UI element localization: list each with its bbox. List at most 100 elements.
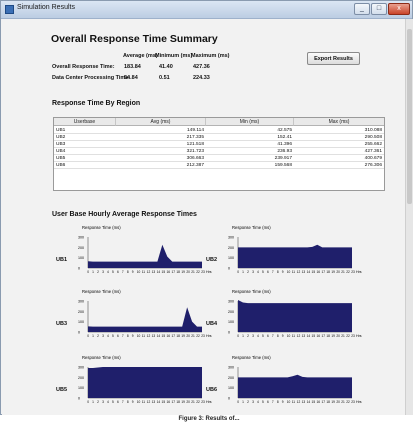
x-tick-label: 8 <box>127 400 129 404</box>
x-unit-label: Hrs <box>356 400 362 404</box>
x-tick-label: 6 <box>267 400 269 404</box>
results-window: Simulation Results _ □ x Overall Respons… <box>0 0 413 415</box>
dc-processing-avg: 54.84 <box>124 75 138 81</box>
series-area <box>88 307 202 332</box>
x-tick-label: 12 <box>297 334 301 338</box>
vertical-scrollbar[interactable] <box>405 19 413 415</box>
minimize-button[interactable]: _ <box>354 3 370 15</box>
x-tick-label: 21 <box>191 270 195 274</box>
scrollbar-thumb[interactable] <box>407 29 412 204</box>
table-row[interactable]: UB1 149.114 42.575 310.088 <box>54 127 384 134</box>
x-tick-label: 3 <box>252 400 254 404</box>
y-tick-label: 0 <box>78 331 80 335</box>
region-title: Response Time By Region <box>52 100 141 107</box>
cell-avg: 217.335 <box>186 135 204 140</box>
cell-avg: 321.723 <box>186 149 204 154</box>
x-tick-label: 1 <box>92 400 94 404</box>
x-tick-label: 12 <box>147 400 151 404</box>
cell-avg: 121.518 <box>186 142 204 147</box>
column-header-min[interactable]: Min (ms) <box>206 118 294 126</box>
hourly-chart-ub1: Response Time (ms)30020010000 1 2 3 4 5 6 7 8 9 10… <box>78 225 212 274</box>
x-tick-label: 13 <box>152 270 156 274</box>
x-tick-label: 0 <box>87 334 89 338</box>
table-row[interactable]: UB3 121.518 41.396 255.662 <box>54 141 384 148</box>
close-button[interactable]: x <box>388 3 410 15</box>
x-tick-label: 7 <box>122 334 124 338</box>
x-tick-label: 14 <box>307 400 311 404</box>
x-tick-label: 5 <box>262 270 264 274</box>
y-tick-label: 200 <box>78 310 84 314</box>
x-tick-label: 8 <box>127 270 129 274</box>
x-tick-label: 12 <box>297 270 301 274</box>
hourly-chart-ub4: Response Time (ms)30020010000 1 2 3 4 5 6 7 8 9 10… <box>228 289 362 338</box>
x-tick-label: 0 <box>237 270 239 274</box>
y-tick-label: 100 <box>228 320 234 324</box>
x-tick-label: 18 <box>326 400 330 404</box>
x-tick-label: 8 <box>277 270 279 274</box>
y-tick-label: 300 <box>228 236 234 240</box>
x-tick-label: 7 <box>272 270 274 274</box>
overall-response-min: 41.40 <box>159 64 173 70</box>
y-tick-label: 0 <box>228 331 230 335</box>
x-tick-label: 6 <box>117 334 119 338</box>
x-tick-label: 17 <box>171 400 175 404</box>
table-row[interactable]: UB4 321.723 236.93 427.361 <box>54 148 384 155</box>
x-tick-label: 23 <box>201 334 205 338</box>
x-unit-label: Hrs <box>206 270 212 274</box>
x-tick-label: 10 <box>287 400 291 404</box>
x-tick-label: 21 <box>341 334 345 338</box>
series-area <box>88 244 202 268</box>
y-tick-label: 0 <box>78 267 80 271</box>
title-bar[interactable]: Simulation Results _ □ x <box>1 1 412 19</box>
cell-min: 159.568 <box>274 163 292 168</box>
chart-label-ub5: UB5 <box>56 387 68 393</box>
column-header-userbase[interactable]: Userbase <box>54 118 116 126</box>
x-tick-label: 22 <box>196 400 200 404</box>
x-tick-label: 11 <box>142 400 146 404</box>
cell-userbase: UB2 <box>56 135 66 140</box>
x-tick-label: 14 <box>307 334 311 338</box>
y-tick-label: 300 <box>78 236 84 240</box>
x-tick-label: 16 <box>167 400 171 404</box>
x-tick-label: 5 <box>262 334 264 338</box>
x-tick-label: 5 <box>112 400 114 404</box>
x-tick-label: 6 <box>267 270 269 274</box>
x-tick-label: 17 <box>171 270 175 274</box>
x-tick-label: 1 <box>242 334 244 338</box>
x-tick-label: 13 <box>152 400 156 404</box>
y-tick-label: 0 <box>228 397 230 401</box>
x-tick-label: 17 <box>321 334 325 338</box>
column-header-avg[interactable]: Avg (ms) <box>116 118 206 126</box>
maximize-button[interactable]: □ <box>371 3 387 15</box>
export-results-button[interactable]: Export Results <box>307 52 360 65</box>
x-tick-label: 9 <box>132 270 134 274</box>
summary-header-max: Maximum (ms) <box>191 53 230 59</box>
column-header-max[interactable]: Max (ms) <box>294 118 384 126</box>
y-axis-label: Response Time (ms) <box>82 355 121 360</box>
cell-min: 152.41 <box>277 135 292 140</box>
cell-avg: 306.663 <box>186 156 204 161</box>
x-tick-label: 11 <box>292 270 296 274</box>
cell-userbase: UB6 <box>56 163 66 168</box>
x-tick-label: 4 <box>107 334 109 338</box>
x-tick-label: 16 <box>317 270 321 274</box>
y-axis-label: Response Time (ms) <box>232 225 271 230</box>
y-tick-label: 100 <box>228 256 234 260</box>
x-tick-label: 9 <box>282 400 284 404</box>
table-row[interactable]: UB5 306.663 239.917 400.679 <box>54 155 384 162</box>
x-tick-label: 2 <box>97 334 99 338</box>
x-tick-label: 15 <box>162 334 166 338</box>
series-area <box>238 374 352 398</box>
x-tick-label: 19 <box>181 400 185 404</box>
series-area <box>238 299 352 332</box>
table-row[interactable]: UB6 212.387 159.568 276.306 <box>54 162 384 169</box>
y-axis-label: Response Time (ms) <box>232 355 271 360</box>
y-axis-label: Response Time (ms) <box>82 225 121 230</box>
table-row[interactable]: UB2 217.335 152.41 290.508 <box>54 134 384 141</box>
x-tick-label: 3 <box>102 270 104 274</box>
region-table: Userbase Avg (ms) Min (ms) Max (ms) UB1 1… <box>53 117 385 191</box>
x-tick-label: 14 <box>157 270 161 274</box>
x-tick-label: 15 <box>312 334 316 338</box>
x-tick-label: 6 <box>117 400 119 404</box>
cell-max: 400.679 <box>364 156 382 161</box>
